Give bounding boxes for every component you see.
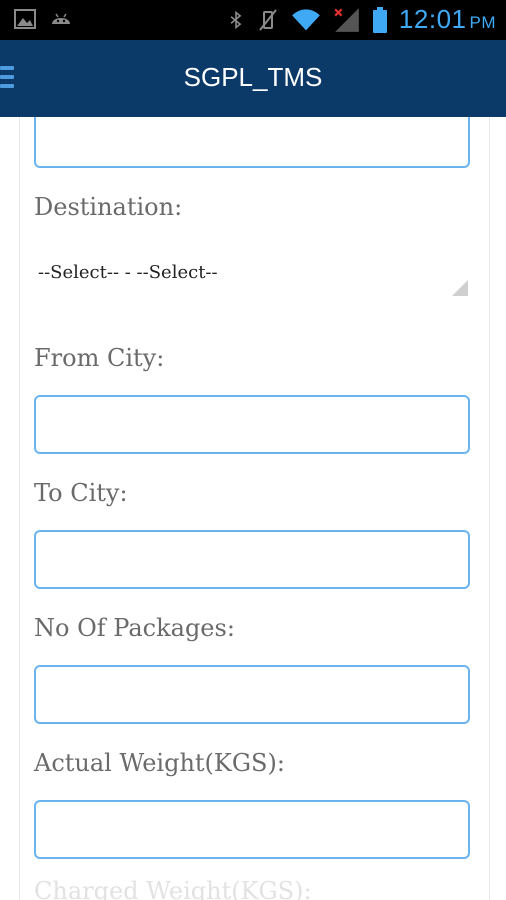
- vibrate-icon: [259, 8, 277, 31]
- packages-label: No Of Packages:: [34, 614, 235, 642]
- clock: 12:01 PM: [399, 4, 496, 35]
- destination-select[interactable]: --Select-- - --Select--: [34, 250, 470, 302]
- dropdown-arrow-icon: [452, 280, 468, 296]
- charged-weight-label: Charged Weight(KGS):: [34, 877, 312, 900]
- to-city-label: To City:: [34, 479, 128, 507]
- form-container[interactable]: Destination: --Select-- - --Select-- Fro…: [19, 117, 490, 900]
- from-city-label: From City:: [34, 344, 165, 372]
- bluetooth-icon: [230, 10, 242, 29]
- destination-select-value: --Select-- - --Select--: [38, 262, 218, 283]
- signal-icon: [334, 7, 359, 32]
- actual-weight-label: Actual Weight(KGS):: [34, 749, 285, 777]
- app-bar: SGPL_TMS: [0, 40, 506, 117]
- previous-field-input[interactable]: [34, 117, 470, 168]
- image-icon: [14, 9, 36, 29]
- to-city-input[interactable]: [34, 530, 470, 589]
- android-icon: [52, 13, 70, 24]
- from-city-input[interactable]: [34, 395, 470, 454]
- app-title: SGPL_TMS: [183, 62, 323, 92]
- wifi-icon: [292, 8, 320, 30]
- actual-weight-input[interactable]: [34, 800, 470, 859]
- destination-label: Destination:: [34, 193, 183, 221]
- packages-input[interactable]: [34, 665, 470, 724]
- clock-ampm: PM: [469, 13, 496, 32]
- clock-time: 12:01: [398, 4, 467, 34]
- battery-icon: [372, 6, 387, 33]
- status-bar: 12:01 PM: [0, 0, 506, 40]
